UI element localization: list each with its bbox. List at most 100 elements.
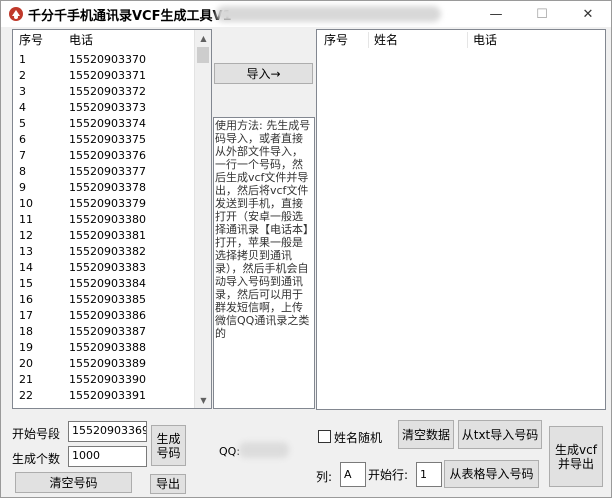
qq-label: QQ: [219, 445, 241, 458]
import-button[interactable]: 导入→ [214, 63, 313, 84]
row-index: 21 [19, 373, 33, 386]
column-divider [368, 32, 369, 48]
column-input[interactable]: A [340, 462, 366, 487]
list-item[interactable]: 21 15520903390 [13, 372, 193, 388]
list-item[interactable]: 3 15520903372 [13, 84, 193, 100]
window-title: 千分千手机通讯录VCF生成工具V1 [28, 9, 232, 24]
row-phone: 15520903386 [69, 309, 146, 322]
row-index: 22 [19, 389, 33, 402]
column-header-phone[interactable]: 电话 [69, 30, 93, 50]
start-number-input[interactable]: 15520903369 [68, 421, 147, 442]
scroll-thumb[interactable] [197, 47, 209, 63]
column-header-index[interactable]: 序号 [324, 30, 348, 50]
row-index: 10 [19, 197, 33, 210]
list-item[interactable]: 18 15520903387 [13, 324, 193, 340]
row-index: 17 [19, 309, 33, 322]
row-phone: 15520903372 [69, 85, 146, 98]
row-index: 12 [19, 229, 33, 242]
list-item[interactable]: 20 15520903389 [13, 356, 193, 372]
clear-data-button[interactable]: 清空数据 [398, 420, 454, 449]
maximize-button[interactable]: ☐ [519, 1, 565, 27]
column-divider [467, 32, 468, 48]
clear-numbers-button[interactable]: 清空号码 [15, 472, 132, 493]
list-scrollbar[interactable]: ▲ ▼ [194, 30, 211, 408]
scroll-down-arrow-icon[interactable]: ▼ [195, 392, 211, 408]
import-table-button[interactable]: 从表格导入号码 [444, 460, 539, 488]
generated-numbers-list[interactable]: 序号 电话 1 15520903370 2 15520903371 3 155209033… [12, 29, 212, 409]
column-header-index[interactable]: 序号 [19, 30, 43, 50]
contacts-list[interactable]: 序号 姓名 电话 [316, 29, 606, 410]
list-item[interactable]: 8 15520903377 [13, 164, 193, 180]
list-item[interactable]: 1 15520903370 [13, 52, 193, 68]
export-button[interactable]: 导出 [150, 474, 186, 494]
row-index: 4 [19, 101, 26, 114]
list-item[interactable]: 5 15520903374 [13, 116, 193, 132]
help-text: 使用方法: 先生成号码导入，或者直接从外部文件导入，一行一个号码，然后生成vcf… [213, 117, 315, 409]
app-logo-icon [9, 7, 23, 21]
list-item[interactable]: 11 15520903380 [13, 212, 193, 228]
list-item[interactable]: 12 15520903381 [13, 228, 193, 244]
row-phone: 15520903377 [69, 165, 146, 178]
generate-vcf-button[interactable]: 生成vcf 并导出 [549, 426, 603, 487]
list-item[interactable]: 4 15520903373 [13, 100, 193, 116]
row-index: 16 [19, 293, 33, 306]
row-index: 8 [19, 165, 26, 178]
row-phone: 15520903373 [69, 101, 146, 114]
row-phone: 15520903380 [69, 213, 146, 226]
app-window: 千分千手机通讯录VCF生成工具V1 — ☐ ✕ 序号 电话 1 155209033… [0, 0, 612, 498]
row-phone: 15520903370 [69, 53, 146, 66]
row-phone: 15520903378 [69, 181, 146, 194]
row-index: 1 [19, 53, 26, 66]
list-item[interactable]: 17 15520903386 [13, 308, 193, 324]
row-phone: 15520903388 [69, 341, 146, 354]
list-item[interactable]: 7 15520903376 [13, 148, 193, 164]
list-item[interactable]: 22 15520903391 [13, 388, 193, 404]
list-item[interactable]: 19 15520903388 [13, 340, 193, 356]
row-phone: 15520903385 [69, 293, 146, 306]
import-txt-button[interactable]: 从txt导入号码 [458, 420, 542, 449]
row-phone: 15520903376 [69, 149, 146, 162]
row-phone: 15520903381 [69, 229, 146, 242]
row-phone: 15520903391 [69, 389, 146, 402]
row-phone: 15520903375 [69, 133, 146, 146]
generate-numbers-button[interactable]: 生成 号码 [151, 425, 186, 466]
row-index: 6 [19, 133, 26, 146]
start-row-input[interactable]: 1 [416, 462, 442, 487]
row-phone: 15520903387 [69, 325, 146, 338]
row-index: 14 [19, 261, 33, 274]
list-item[interactable]: 14 15520903383 [13, 260, 193, 276]
row-index: 11 [19, 213, 33, 226]
row-phone: 15520903371 [69, 69, 146, 82]
row-index: 3 [19, 85, 26, 98]
column-header-phone[interactable]: 电话 [473, 30, 497, 50]
random-name-label[interactable]: 姓名随机 [334, 429, 382, 446]
title-bar[interactable]: 千分千手机通讯录VCF生成工具V1 — ☐ ✕ [1, 1, 611, 27]
column-label: 列: [316, 470, 333, 484]
start-number-label: 开始号段 [12, 427, 61, 441]
random-name-checkbox[interactable] [318, 430, 331, 443]
row-phone: 15520903384 [69, 277, 146, 290]
row-index: 19 [19, 341, 33, 354]
list-item[interactable]: 9 15520903378 [13, 180, 193, 196]
count-label: 生成个数 [12, 452, 61, 466]
row-phone: 15520903390 [69, 373, 146, 386]
scroll-up-arrow-icon[interactable]: ▲ [195, 30, 211, 46]
count-input[interactable]: 1000 [68, 446, 147, 467]
row-index: 20 [19, 357, 33, 370]
row-index: 15 [19, 277, 33, 290]
row-index: 2 [19, 69, 26, 82]
list-item[interactable]: 16 15520903385 [13, 292, 193, 308]
list-item[interactable]: 13 15520903382 [13, 244, 193, 260]
minimize-button[interactable]: — [473, 1, 519, 27]
row-phone: 15520903382 [69, 245, 146, 258]
qq-redaction [239, 442, 289, 458]
list-item[interactable]: 2 15520903371 [13, 68, 193, 84]
list-item[interactable]: 6 15520903375 [13, 132, 193, 148]
row-index: 13 [19, 245, 33, 258]
start-row-label: 开始行: [368, 468, 409, 482]
list-item[interactable]: 10 15520903379 [13, 196, 193, 212]
column-header-name[interactable]: 姓名 [374, 30, 398, 50]
title-redaction [216, 6, 441, 22]
close-button[interactable]: ✕ [565, 1, 611, 27]
list-item[interactable]: 15 15520903384 [13, 276, 193, 292]
